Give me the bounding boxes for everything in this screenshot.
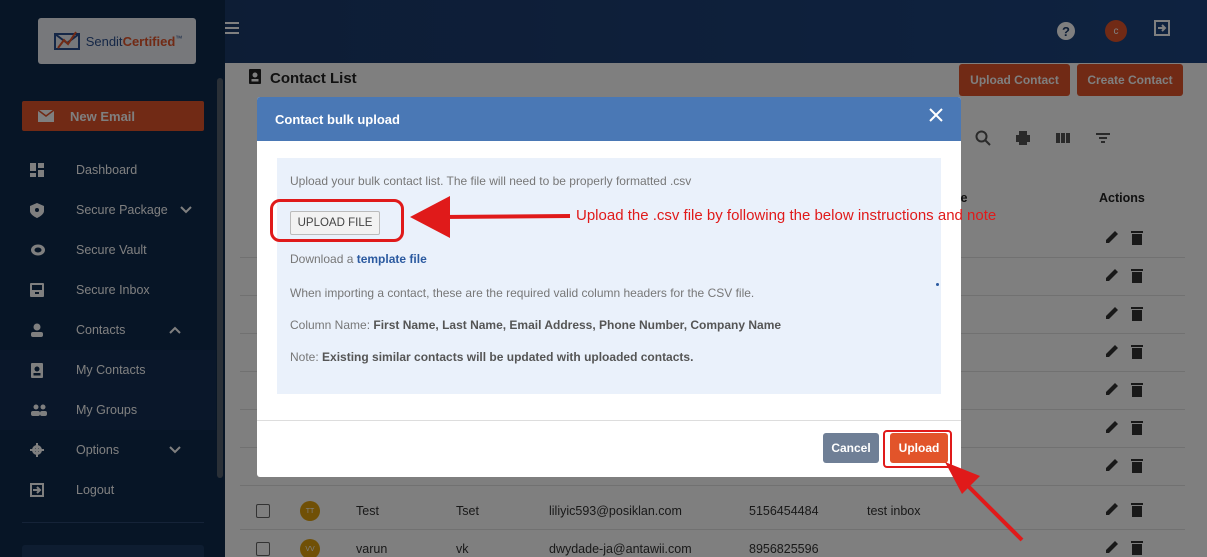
intro-text: Upload your bulk contact list. The file … <box>290 174 692 188</box>
close-icon[interactable] <box>929 108 943 125</box>
note-label: Note: <box>290 350 323 364</box>
required-headers-text: When importing a contact, these are the … <box>290 286 755 300</box>
note-line: Note: Existing similar contacts will be … <box>290 350 693 364</box>
download-prefix: Download a <box>290 252 357 266</box>
column-names: First Name, Last Name, Email Address, Ph… <box>373 318 782 332</box>
cancel-button[interactable]: Cancel <box>823 433 879 463</box>
download-template-line: Download a template file <box>290 252 427 266</box>
column-names-line: Column Name: First Name, Last Name, Emai… <box>290 318 781 332</box>
column-label: Column Name: <box>290 318 374 332</box>
annotation-text: Upload the .csv file by following the be… <box>576 207 997 224</box>
note-text: Existing similar contacts will be update… <box>322 350 694 364</box>
upload-file-highlight <box>270 199 404 242</box>
template-file-link[interactable]: template file <box>357 252 427 266</box>
contact-bulk-upload-dialog: Contact bulk upload Upload your bulk con… <box>257 97 961 477</box>
dialog-divider <box>257 420 961 421</box>
upload-button-highlight <box>883 430 952 468</box>
dialog-body: Upload your bulk contact list. The file … <box>277 158 941 394</box>
dot-marker <box>936 283 939 286</box>
dialog-title: Contact bulk upload <box>275 111 400 127</box>
dialog-header: Contact bulk upload <box>257 97 961 141</box>
